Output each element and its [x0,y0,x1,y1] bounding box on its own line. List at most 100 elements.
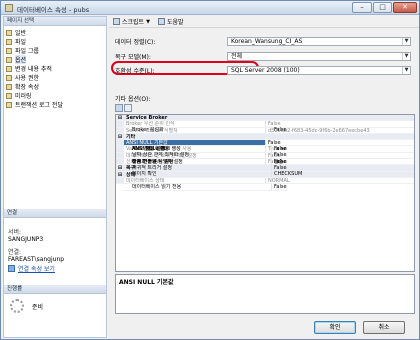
page-icon [6,101,12,108]
server-value: SANGJUNP3 [8,236,44,243]
chevron-down-icon[interactable]: ▼ [402,67,410,74]
page-item-label: 트랜잭션 로그 전달 [15,102,63,109]
cancel-button[interactable]: 취소 [363,321,405,334]
property-name: Broker 우선 순위 인식 [124,121,266,127]
pages-header: 페이지 선택 [4,17,106,26]
page-item[interactable]: 사용 권한 [6,73,106,82]
ok-button[interactable]: 확인 [314,321,356,334]
property-row[interactable]: Broker 활성화 False [122,127,287,134]
page-item[interactable]: 미러링 [6,91,106,100]
progress-area: 준비 [10,299,43,313]
help-icon [157,18,165,25]
property-value[interactable]: CHECKSUM [272,171,302,177]
chevron-down-icon[interactable]: ▼ [402,38,410,45]
page-item[interactable]: 파일 그룹 [6,46,106,55]
connection-properties-icon [8,265,15,272]
property-grid[interactable]: ⊟ Service Broker Broker 우선 순위 인식 False Broke… [115,114,415,272]
page-item[interactable]: 변경 내용 추적 [6,64,106,73]
property-value[interactable]: d3298b2-f683-45dc-9f6b-2e667eecbe43 [266,128,414,133]
property-name: 페이지 확인 [130,171,272,178]
property-value[interactable]: False [266,121,414,126]
page-item-label: 파일 [15,39,27,46]
collation-value: Korean_Wansung_CI_AS [231,38,303,45]
property-value[interactable]: False [266,140,414,145]
recovery-model-label: 복구 모델(M): [115,54,151,61]
collation-combo[interactable]: Korean_Wansung_CI_AS ▼ [227,37,411,46]
toolbar: 스크립트 ▼ 도움말 [109,16,419,28]
page-item[interactable]: 일반 [6,28,106,37]
page-item-label: 파일 그룹 [15,48,39,55]
property-value[interactable]: NORMAL [266,178,414,183]
connection-info: 서버: SANGJUNP3 연결: FAREAST\sangjunp [8,223,104,263]
page-item[interactable]: 옵션 [6,55,106,64]
property-value[interactable]: False [266,153,414,158]
recovery-model-combo[interactable]: 전체 ▼ [227,52,411,61]
page-icon [6,83,12,90]
page-item-label: 변경 내용 추적 [15,66,52,73]
collapse-icon[interactable]: ⊟ [116,133,124,140]
property-value[interactable]: False [266,159,414,164]
script-button[interactable]: 스크립트 ▼ [113,17,150,26]
collapse-icon[interactable]: ⊟ [116,115,124,121]
property-value[interactable]: True [266,146,414,151]
property-name: Broker 활성화 [130,127,272,134]
property-name: 데이터베이스 상태 [124,177,266,184]
window-title: 데이터베이스 속성 - pubs [17,6,90,14]
property-name: Service Broker [126,115,168,121]
other-options-label: 기타 옵션(O): [115,96,151,103]
compatibility-level-combo[interactable]: SQL Server 2008 (100) ▼ [227,66,411,75]
row-gutter [116,121,124,127]
progress-header: 진행률 [4,285,106,294]
page-item-label: 미러링 [15,93,32,100]
database-properties-window: 데이터베이스 속성 - pubs – □ ✕ 페이지 선택 일반파일파일 그룹 옵… [0,0,420,340]
server-label: 서버: [8,229,22,236]
compat-row: 호환성 수준(L): [115,66,225,75]
property-value[interactable]: False [272,184,287,190]
page-icon [6,38,12,45]
compatibility-level-label: 호환성 수준(L): [115,68,155,75]
view-connection-properties-link[interactable]: 연결 속성 보기 [8,264,55,273]
property-row[interactable]: 데이터베이스 읽기 전용 False [122,183,287,191]
help-button[interactable]: 도움말 [157,17,184,26]
property-grid-toolbar [115,104,133,112]
property-name: 기타 [126,133,136,140]
page-item[interactable]: 파일 [6,37,106,46]
close-button[interactable]: ✕ [393,2,417,13]
row-gutter [116,177,124,184]
page-icon [6,74,12,81]
property-row[interactable]: 페이지 확인 CHECKSUM [122,171,303,178]
progress-spinner-icon [10,299,24,313]
right-pane: 스크립트 ▼ 도움말 데이터 정렬(C): Korean_Wansung_CI_… [109,16,419,316]
page-icon [6,65,12,72]
categorized-sort-icon[interactable] [115,104,123,112]
script-dropdown-icon[interactable]: ▼ [146,19,150,25]
page-item-label: 옵션 [15,55,27,64]
chevron-down-icon[interactable]: ▼ [402,53,410,60]
script-icon [113,18,120,25]
recovery-row: 복구 모델(M): [115,52,225,61]
page-icon [6,56,12,63]
property-value[interactable]: False [272,127,287,133]
connection-header: 연결 [4,209,106,218]
help-label: 도움말 [166,19,184,26]
page-icon [6,92,12,99]
property-name: 데이터베이스 읽기 전용 [130,183,272,191]
property-description: ANSI NULL 기본값 [115,274,415,314]
left-pane: 페이지 선택 일반파일파일 그룹 옵션변경 내용 추적사용 권한확장 속성미러링트… [3,16,107,338]
maximize-button[interactable]: □ [373,2,392,13]
page-item[interactable]: 트랜잭션 로그 전달 [6,100,106,109]
collation-label: 데이터 정렬(C): [115,39,156,46]
page-list: 일반파일파일 그룹 옵션변경 내용 추적사용 권한확장 속성미러링트랜잭션 로그 … [4,26,106,109]
connection-value: FAREAST\sangjunp [8,256,65,263]
recovery-model-value: 전체 [231,53,243,60]
minimize-button[interactable]: – [352,2,372,13]
compatibility-level-value: SQL Server 2008 (100) [231,67,300,74]
collation-row: 데이터 정렬(C): [115,37,225,46]
connection-label: 연결: [8,249,22,256]
page-item-label: 확장 속성 [15,84,39,91]
alphabetical-sort-icon[interactable] [124,104,132,112]
property-name: ANSI NULL 기본값 [124,140,266,146]
page-item[interactable]: 확장 속성 [6,82,106,91]
page-icon [6,29,12,36]
page-item-label: 사용 권한 [15,75,39,82]
